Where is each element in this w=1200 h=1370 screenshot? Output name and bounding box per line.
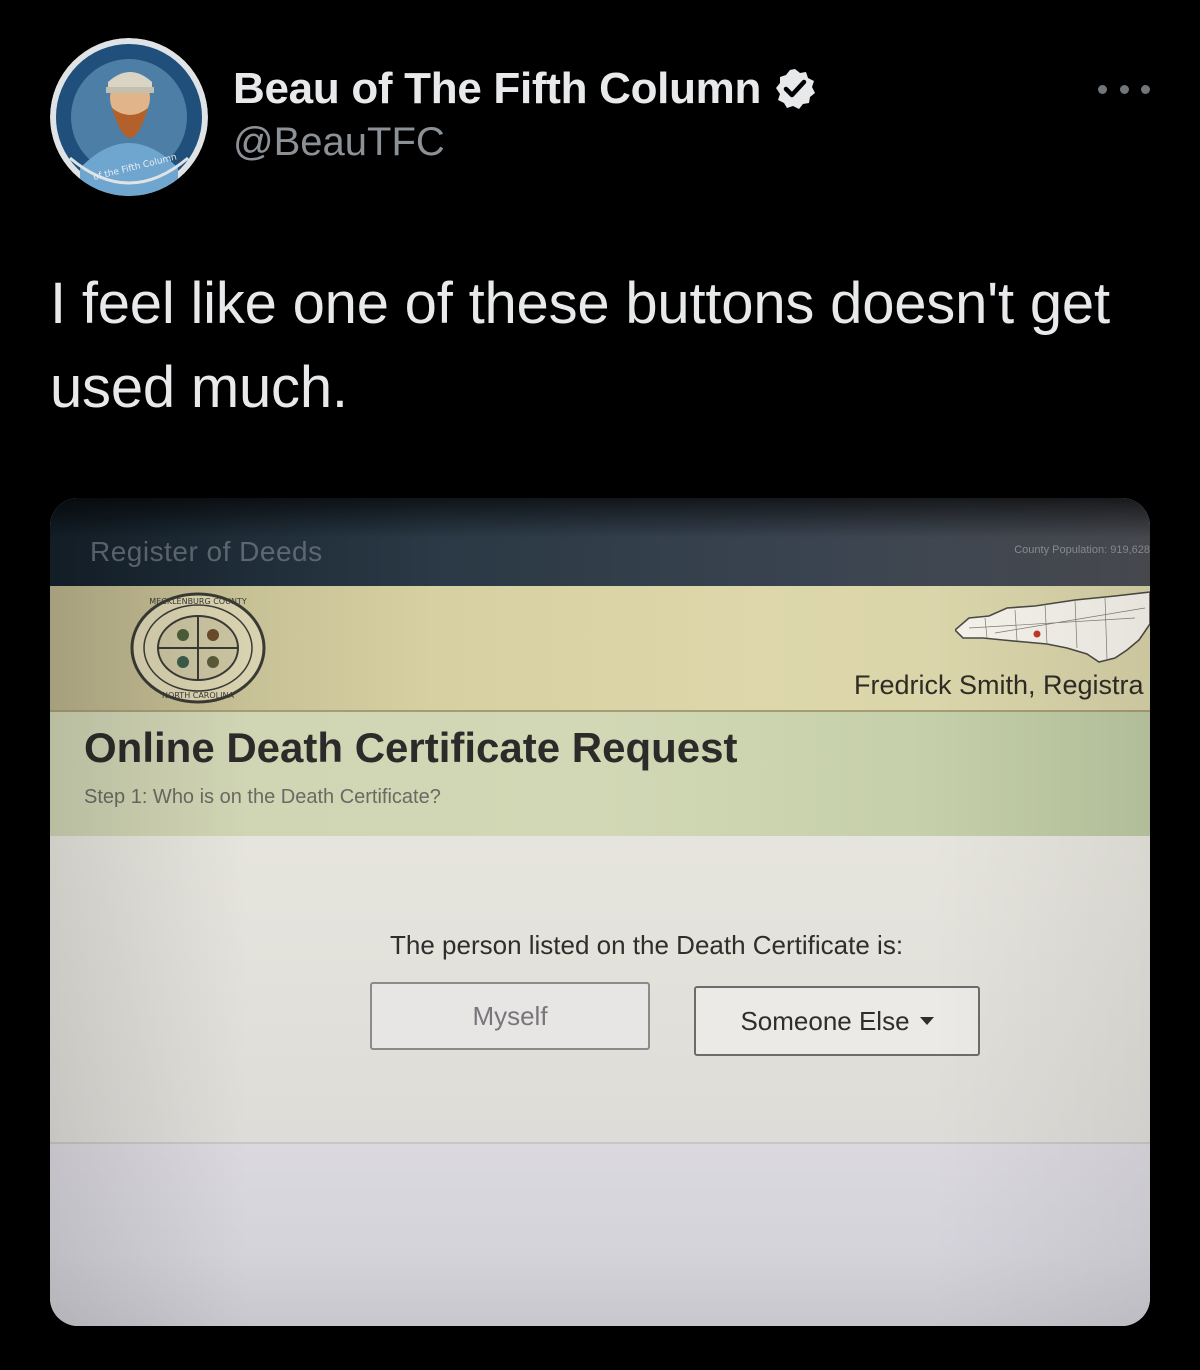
svg-text:MECKLENBURG COUNTY: MECKLENBURG COUNTY [149,597,247,606]
author-handle[interactable]: @BeauTFC [233,120,445,165]
form-body: The person listed on the Death Certifica… [50,836,1150,1144]
tweet-text: I feel like one of these buttons doesn't… [50,271,1110,420]
author-name[interactable]: Beau of The Fifth Column [233,64,761,114]
photo-shadow [50,498,1150,538]
myself-button[interactable]: Myself [370,982,650,1050]
myself-button-label: Myself [472,1000,548,1031]
site-title: Register of Deeds [90,536,323,567]
avatar-image: of the Fifth Column [50,38,208,196]
site-topbar: Register of Deeds County Population: 919… [50,498,1150,586]
author-name-row[interactable]: Beau of The Fifth Column [233,64,817,114]
svg-text:NORTH CAROLINA: NORTH CAROLINA [162,691,234,700]
author-avatar[interactable]: of the Fifth Column [50,38,208,196]
county-seal-icon: MECKLENBURG COUNTY NORTH CAROLINA [130,592,266,704]
caret-down-icon [919,1017,934,1025]
tweet-page: of the Fifth Column Beau of The Fifth Co… [0,0,1200,1370]
step-label: Step 1: Who is on the Death Certificate? [84,786,441,808]
more-options-icon[interactable] [1098,72,1150,106]
more-dot [1098,84,1107,94]
tweet-photo[interactable]: Register of Deeds County Population: 919… [50,498,1150,1326]
nc-map-icon [955,591,1150,663]
verified-badge-icon [776,69,816,109]
county-population: County Population: 919,628 [1014,544,1150,556]
site-banner: MECKLENBURG COUNTY NORTH CAROLINA Fredri… [50,586,1150,712]
form-title: Online Death Certificate Request [84,724,738,771]
form-question: The person listed on the Death Certifica… [390,930,904,960]
more-dot [1141,84,1150,94]
someone-else-button-label: Someone Else [740,1005,910,1036]
form-header: Online Death Certificate Request Step 1:… [50,712,1150,836]
form-footer [50,1144,1150,1326]
registrar-name: Fredrick Smith, Registra [854,670,1144,700]
more-dot [1119,84,1129,94]
someone-else-button[interactable]: Someone Else [694,986,980,1056]
